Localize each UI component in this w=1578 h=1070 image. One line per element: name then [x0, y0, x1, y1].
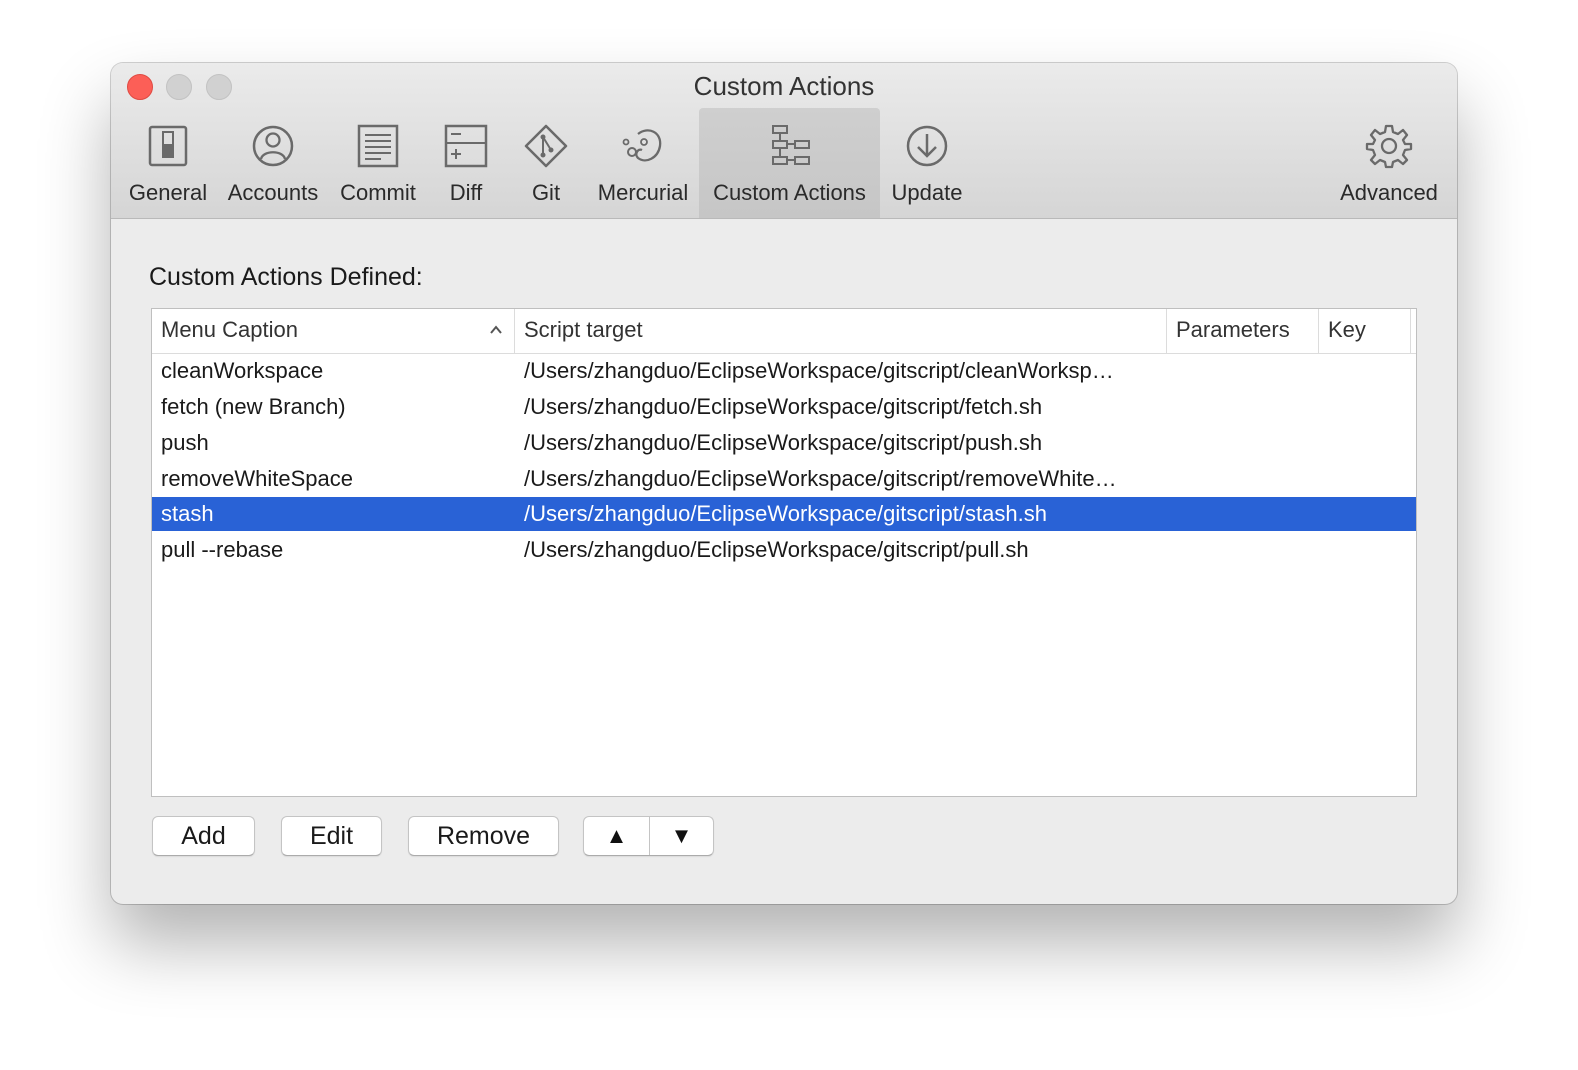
toolbar-item-commit[interactable]: Commit [335, 108, 421, 218]
move-up-button[interactable]: ▲ [584, 817, 650, 855]
general-icon [143, 122, 193, 170]
cell-menu-caption: stash [161, 501, 214, 526]
toolbar-label: Update [891, 180, 963, 205]
preferences-window: Custom Actions General Accounts Commit D… [111, 63, 1457, 904]
cell-script-target: /Users/zhangduo/EclipseWorkspace/gitscri… [524, 430, 1043, 455]
cell-key [1319, 497, 1411, 531]
table-row[interactable]: pull --rebase /Users/zhangduo/EclipseWor… [152, 533, 1416, 567]
accounts-icon [248, 122, 298, 170]
column-header-label: Menu Caption [161, 317, 298, 342]
gear-icon [1364, 122, 1414, 170]
git-icon [521, 122, 571, 170]
sort-ascending-icon [490, 325, 502, 334]
toolbar-item-advanced[interactable]: Advanced [1333, 108, 1445, 218]
table-header: Menu Caption Script target Parameters Ke… [152, 309, 1416, 354]
cell-parameters [1167, 390, 1319, 424]
toolbar-label: Git [531, 180, 561, 205]
table-row[interactable]: fetch (new Branch) /Users/zhangduo/Eclip… [152, 390, 1416, 424]
column-header-menu-caption[interactable]: Menu Caption [152, 309, 515, 353]
commit-icon [353, 122, 403, 170]
edit-button[interactable]: Edit [281, 816, 382, 856]
column-header-parameters[interactable]: Parameters [1167, 309, 1319, 353]
update-icon [902, 122, 952, 170]
cell-menu-caption: push [161, 430, 209, 455]
toolbar-label: Advanced [1340, 180, 1438, 205]
toolbar-item-git[interactable]: Git [515, 108, 577, 218]
toolbar-item-accounts[interactable]: Accounts [222, 108, 324, 218]
cell-menu-caption: cleanWorkspace [161, 358, 324, 383]
table-row[interactable]: removeWhiteSpace /Users/zhangduo/Eclipse… [152, 462, 1416, 496]
move-down-button[interactable]: ▼ [649, 817, 714, 855]
mercurial-icon [618, 122, 668, 170]
table-row[interactable]: cleanWorkspace /Users/zhangduo/EclipseWo… [152, 354, 1416, 388]
section-label: Custom Actions Defined: [149, 263, 423, 291]
column-header-script-target[interactable]: Script target [515, 309, 1167, 353]
cell-key [1319, 390, 1411, 424]
window-title: Custom Actions [693, 71, 875, 101]
column-header-key[interactable]: Key [1319, 309, 1411, 353]
toolbar-label: Diff [449, 180, 483, 205]
cell-key [1319, 426, 1411, 460]
cell-key [1319, 354, 1411, 388]
toolbar-label: Custom Actions [713, 180, 866, 205]
table-row[interactable]: push /Users/zhangduo/EclipseWorkspace/gi… [152, 426, 1416, 460]
cell-menu-caption: fetch (new Branch) [161, 394, 346, 419]
diff-icon [441, 122, 491, 170]
cell-parameters [1167, 462, 1319, 496]
toolbar-item-diff[interactable]: Diff [436, 108, 496, 218]
cell-script-target: /Users/zhangduo/EclipseWorkspace/gitscri… [524, 537, 1029, 562]
reorder-buttons: ▲ ▼ [583, 816, 714, 856]
cell-parameters [1167, 426, 1319, 460]
custom-actions-table[interactable]: Menu Caption Script target Parameters Ke… [151, 308, 1417, 797]
cell-parameters [1167, 533, 1319, 567]
toolbar-label: Accounts [227, 180, 319, 205]
cell-parameters [1167, 497, 1319, 531]
toolbar-item-general[interactable]: General [124, 108, 212, 218]
cell-key [1319, 533, 1411, 567]
toolbar-item-update[interactable]: Update [885, 108, 969, 218]
remove-button[interactable]: Remove [408, 816, 559, 856]
toolbar-label: General [128, 180, 208, 205]
cell-menu-caption: removeWhiteSpace [161, 466, 353, 491]
cell-script-target: /Users/zhangduo/EclipseWorkspace/gitscri… [524, 466, 1117, 491]
title-bar: Custom Actions General Accounts Commit D… [111, 63, 1457, 219]
toolbar-label: Mercurial [597, 180, 689, 205]
cell-key [1319, 462, 1411, 496]
cell-menu-caption: pull --rebase [161, 537, 284, 562]
cell-script-target: /Users/zhangduo/EclipseWorkspace/gitscri… [524, 501, 1047, 526]
add-button[interactable]: Add [152, 816, 255, 856]
toolbar-item-custom-actions[interactable]: Custom Actions [699, 108, 880, 218]
toolbar-item-mercurial[interactable]: Mercurial [591, 108, 695, 218]
preferences-content: Custom Actions Defined: Menu Caption Scr… [111, 219, 1457, 904]
custom-actions-icon [765, 122, 815, 170]
cell-script-target: /Users/zhangduo/EclipseWorkspace/gitscri… [524, 358, 1114, 383]
table-row-selected[interactable]: stash /Users/zhangduo/EclipseWorkspace/g… [152, 497, 1416, 531]
toolbar-label: Commit [340, 180, 416, 205]
cell-script-target: /Users/zhangduo/EclipseWorkspace/gitscri… [524, 394, 1043, 419]
cell-parameters [1167, 354, 1319, 388]
